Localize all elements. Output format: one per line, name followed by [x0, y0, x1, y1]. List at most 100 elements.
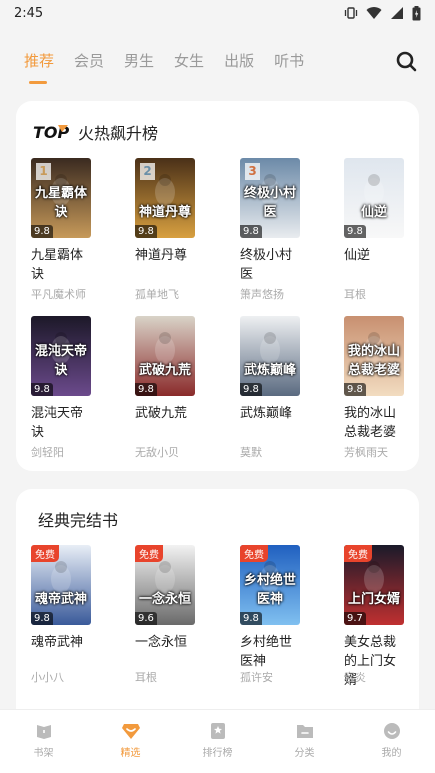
nav-profile[interactable]: 我的: [348, 710, 435, 773]
book-title[interactable]: 武炼巅峰: [240, 404, 302, 423]
cover-title: 仙逆: [360, 205, 387, 220]
book-title[interactable]: 魂帝武神: [31, 633, 93, 652]
category-icon: [296, 725, 313, 738]
tab-audiobook[interactable]: 听书: [274, 44, 304, 78]
nav-bookshelf[interactable]: 书架: [0, 710, 87, 773]
book-cover[interactable]: 魂帝武神 免费 9.8: [31, 545, 91, 625]
score-badge: 9.8: [240, 612, 262, 625]
score-badge: 9.8: [135, 225, 157, 238]
book-title[interactable]: 混沌天帝诀: [31, 404, 93, 442]
book-author: 孤单地飞: [135, 288, 179, 301]
nav-featured[interactable]: 精选: [87, 710, 174, 773]
book-title[interactable]: 武破九荒: [135, 404, 197, 423]
book-title[interactable]: 我的冰山总裁老婆: [344, 404, 406, 442]
wifi-icon: [366, 7, 382, 20]
book-cover[interactable]: 上门女婿 免费 9.7: [344, 545, 404, 625]
free-badge: 免费: [344, 545, 372, 562]
book-title[interactable]: 一念永恒: [135, 633, 197, 652]
hot-ranking-header: TOP 火热飙升榜: [32, 120, 158, 144]
vibrate-icon: [344, 7, 358, 19]
nav-bookshelf-label: 书架: [33, 748, 54, 759]
book-author: 耳根: [344, 288, 366, 301]
book-author: 箫声悠扬: [240, 288, 284, 301]
status-bar: 2:45: [0, 0, 435, 26]
cover-title: 乡村绝世医神: [243, 573, 296, 607]
status-time: 2:45: [14, 5, 44, 21]
ranking-icon: [210, 723, 225, 739]
nav-ranking[interactable]: 排行榜: [174, 710, 261, 773]
book-cover[interactable]: 九星霸体诀 1 9.8: [31, 158, 91, 238]
book-item[interactable]: 上门女婿 免费 9.7 美女总裁的上门女婿 容炎: [344, 545, 419, 690]
rank-badge: 2: [140, 163, 155, 180]
book-item[interactable]: 武炼巅峰 9.8 武炼巅峰莫默: [240, 316, 320, 459]
book-item[interactable]: 乡村绝世医神 免费 9.8 乡村绝世医神 孤许安: [240, 545, 320, 684]
book-item[interactable]: 终极小村医 3 9.8 终极小村医箫声悠扬: [240, 158, 320, 301]
status-icons: [344, 5, 421, 21]
book-item[interactable]: 一念永恒 免费 9.6 一念永恒耳根: [135, 545, 215, 684]
battery-icon: [412, 5, 421, 20]
book-cover[interactable]: 仙逆 9.8: [344, 158, 404, 238]
book-item[interactable]: 混沌天帝诀 9.8 混沌天帝诀 剑轻阳: [31, 316, 111, 459]
book-author: 无敌小贝: [135, 446, 179, 459]
book-cover[interactable]: 神道丹尊 2 9.8: [135, 158, 195, 238]
nav-ranking-label: 排行榜: [202, 748, 233, 759]
score-badge: 9.8: [240, 383, 262, 396]
top-logo-icon: TOP: [33, 123, 70, 142]
score-badge: 9.8: [240, 225, 262, 238]
book-cover[interactable]: 武破九荒 9.8: [135, 316, 195, 396]
book-title[interactable]: 仙逆: [344, 246, 406, 265]
book-author: 剑轻阳: [31, 446, 64, 459]
score-badge: 9.8: [344, 383, 366, 396]
free-badge: 免费: [240, 545, 268, 562]
book-author: 耳根: [135, 671, 157, 684]
profile-icon: [383, 723, 400, 739]
tab-vip[interactable]: 会员: [74, 44, 104, 78]
book-item[interactable]: 神道丹尊 2 9.8 神道丹尊孤单地飞: [135, 158, 215, 301]
signal-icon: [391, 7, 403, 19]
classic-books-card: 经典完结书 魂帝武神 免费 9.8 魂帝武神 小小八 一念永恒 免费 9.6 一念永恒 耳根 乡村绝…: [16, 489, 419, 729]
search-icon[interactable]: [395, 50, 417, 72]
book-cover[interactable]: 一念永恒 免费 9.6: [135, 545, 195, 625]
book-item[interactable]: 仙逆 9.8 仙逆耳根: [344, 158, 424, 301]
book-title[interactable]: 终极小村医: [240, 246, 302, 284]
cover-title: 武破九荒: [138, 363, 191, 378]
nav-profile-label: 我的: [381, 748, 402, 759]
book-cover[interactable]: 乡村绝世医神 免费 9.8: [240, 545, 300, 625]
free-badge: 免费: [135, 545, 163, 562]
cover-title: 九星霸体诀: [34, 186, 87, 220]
book-item[interactable]: 我的冰山总裁老婆 9.8 我的冰山总裁老婆 芳枫雨天: [344, 316, 424, 459]
book-item[interactable]: 魂帝武神 免费 9.8 魂帝武神 小小八: [31, 545, 111, 684]
book-item[interactable]: 九星霸体诀 1 9.8 九星霸体诀平凡魔术师: [31, 158, 111, 301]
book-cover[interactable]: 混沌天帝诀 9.8: [31, 316, 91, 396]
tab-publish[interactable]: 出版: [224, 44, 254, 78]
book-item[interactable]: 武破九荒 9.8 武破九荒 无敌小贝: [135, 316, 215, 459]
tab-male[interactable]: 男生: [124, 44, 154, 78]
classic-books-title: 经典完结书: [38, 511, 119, 530]
tab-female[interactable]: 女生: [174, 44, 204, 78]
score-badge: 9.8: [344, 225, 366, 238]
score-badge: 9.7: [344, 612, 366, 625]
book-cover[interactable]: 终极小村医 3 9.8: [240, 158, 300, 238]
book-author: 容炎: [344, 671, 366, 684]
cover-title: 魂帝武神: [34, 592, 87, 607]
bookshelf-icon: [36, 725, 51, 739]
book-title[interactable]: 神道丹尊: [135, 246, 197, 265]
rank-badge: 3: [245, 163, 260, 180]
tab-recommend[interactable]: 推荐: [24, 44, 54, 84]
book-title[interactable]: 九星霸体诀: [31, 246, 93, 284]
cover-title: 混沌天帝诀: [34, 344, 87, 378]
cover-title: 终极小村医: [243, 186, 296, 220]
cover-title: 武炼巅峰: [243, 363, 296, 378]
score-badge: 9.8: [31, 225, 53, 238]
cover-title: 上门女婿: [347, 592, 400, 607]
book-cover[interactable]: 武炼巅峰 9.8: [240, 316, 300, 396]
book-author: 小小八: [31, 671, 64, 684]
nav-category[interactable]: 分类: [261, 710, 348, 773]
book-author: 平凡魔术师: [31, 288, 86, 301]
book-author: 莫默: [240, 446, 262, 459]
top-tabs: 推荐 会员 男生 女生 出版 听书: [0, 44, 435, 84]
book-cover[interactable]: 我的冰山总裁老婆 9.8: [344, 316, 404, 396]
rank-badge: 1: [36, 163, 51, 180]
book-title[interactable]: 乡村绝世医神: [240, 633, 302, 671]
cover-title: 神道丹尊: [138, 205, 191, 220]
